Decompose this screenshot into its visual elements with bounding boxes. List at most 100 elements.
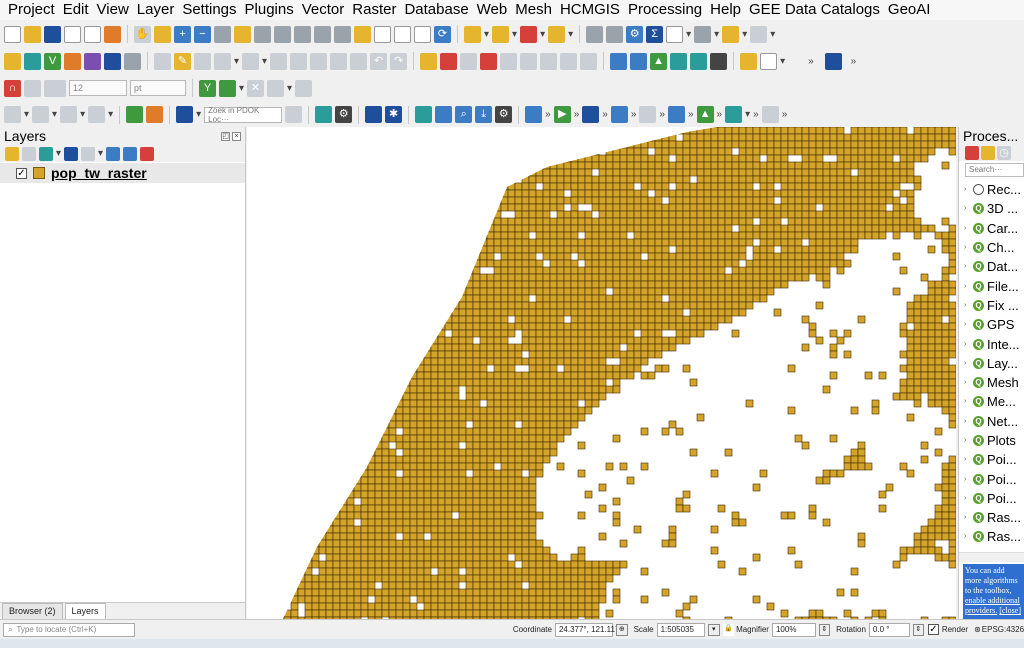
menu-vector[interactable]: Vector	[298, 0, 349, 20]
plugin-a-icon[interactable]	[610, 52, 628, 70]
overflow-chevron-icon[interactable]: »	[659, 109, 665, 120]
zoom-full-icon[interactable]	[214, 25, 231, 43]
processing-provider-item[interactable]: › Q Ras...	[959, 527, 1024, 546]
current-edits-icon[interactable]	[154, 52, 171, 70]
menu-gee-data-catalogs[interactable]: GEE Data Catalogs	[745, 0, 884, 20]
expand-arrow-icon[interactable]: ›	[964, 205, 970, 212]
pdok-logo-icon[interactable]	[176, 106, 194, 123]
chevron-down-icon[interactable]: ▾	[686, 29, 691, 40]
close-info-link[interactable]: [close]	[999, 606, 1021, 615]
add-feature-icon[interactable]	[214, 52, 231, 70]
manage-visibility-icon[interactable]	[39, 146, 53, 161]
toolbox-gear-icon[interactable]: ⚙	[626, 25, 644, 43]
chevron-down-icon[interactable]: ▾	[780, 56, 785, 67]
expand-arrow-icon[interactable]: ›	[964, 398, 970, 405]
new-print-layout-icon[interactable]	[64, 25, 81, 43]
run-icon[interactable]: ▶	[553, 106, 571, 123]
plugin-world-icon[interactable]	[435, 106, 453, 123]
delete-selected-icon[interactable]	[290, 52, 308, 70]
render-checkbox[interactable]: ✓	[928, 624, 939, 635]
open-field-calculator-icon[interactable]	[586, 25, 604, 43]
menu-settings[interactable]: Settings	[178, 0, 240, 20]
chevron-down-icon[interactable]: ▾	[540, 29, 545, 40]
snapping-magnet-icon[interactable]: ∩	[4, 79, 21, 97]
quick-map-icon[interactable]	[146, 106, 164, 123]
processing-provider-item[interactable]: › Rec...	[959, 180, 1024, 199]
plugin-globe-icon[interactable]	[670, 52, 688, 70]
chevron-down-icon[interactable]: ▾	[770, 29, 775, 40]
plugin-water-icon[interactable]	[415, 106, 433, 123]
processing-provider-item[interactable]: › Q Me...	[959, 392, 1024, 411]
rotate-label-icon[interactable]	[520, 52, 538, 70]
filter-expression-icon[interactable]	[81, 146, 96, 161]
expand-arrow-icon[interactable]: ›	[964, 186, 970, 193]
fill-ring-icon[interactable]	[88, 106, 106, 123]
processing-provider-item[interactable]: › Q 3D ...	[959, 199, 1024, 218]
plot-icon[interactable]	[760, 52, 778, 70]
chevron-down-icon[interactable]: ▾	[80, 109, 85, 120]
processing-provider-item[interactable]: › Q Car...	[959, 219, 1024, 238]
expand-arrow-icon[interactable]: ›	[964, 283, 970, 290]
unit-select[interactable]: pt	[130, 80, 186, 96]
processing-provider-item[interactable]: › Q Poi...	[959, 489, 1024, 508]
menu-layer[interactable]: Layer	[133, 0, 179, 20]
help-icon[interactable]	[824, 52, 842, 70]
menu-raster[interactable]: Raster	[348, 0, 400, 20]
plugin-car-icon[interactable]	[710, 52, 728, 70]
plugin-screen-icon[interactable]	[525, 106, 543, 123]
menu-view[interactable]: View	[93, 0, 133, 20]
processing-provider-item[interactable]: › Q GPS	[959, 315, 1024, 334]
pan-to-selection-icon[interactable]	[154, 25, 171, 43]
add-wms-icon[interactable]	[104, 52, 121, 70]
pdok-search-input[interactable]: Zoek in PDOK Loc···	[204, 106, 283, 124]
expand-arrow-icon[interactable]: ›	[964, 437, 970, 444]
collapse-all-icon[interactable]	[123, 146, 138, 161]
stream-digitizing-icon[interactable]	[44, 79, 66, 97]
temporal-controller-icon[interactable]: ◷	[414, 25, 431, 43]
select-by-expression-icon[interactable]	[548, 25, 566, 43]
modify-attributes-icon[interactable]	[270, 52, 288, 70]
chevron-down-icon[interactable]: ▾	[56, 148, 61, 159]
shape-digitize-icon[interactable]	[219, 79, 236, 97]
expand-arrow-icon[interactable]: ›	[964, 263, 970, 270]
plugin-satellite-icon[interactable]	[725, 106, 743, 123]
processing-provider-item[interactable]: › Q Plots	[959, 431, 1024, 450]
menu-hcmgis[interactable]: HCMGIS	[556, 0, 624, 20]
overflow-chevron-icon[interactable]: »	[545, 109, 551, 120]
expand-arrow-icon[interactable]: ›	[964, 341, 970, 348]
processing-provider-item[interactable]: › Q Ch...	[959, 238, 1024, 257]
filter-legend-icon[interactable]	[64, 146, 79, 161]
expand-arrow-icon[interactable]: ›	[964, 533, 970, 540]
overflow-chevron-icon[interactable]: »	[782, 109, 788, 120]
map-tips-icon[interactable]	[722, 25, 740, 43]
tab-browser[interactable]: Browser (2)	[2, 603, 63, 619]
digitize-with-segment-icon[interactable]	[24, 79, 41, 97]
scale-dropdown-icon[interactable]: ▾	[707, 623, 720, 636]
layer-item-pop-tw-raster[interactable]: ✓ pop_tw_raster	[0, 163, 245, 183]
download-icon[interactable]: ⤓	[475, 106, 493, 123]
expand-arrow-icon[interactable]: ›	[964, 302, 970, 309]
plugin-eye-icon[interactable]	[315, 106, 333, 123]
coordinate-toggle-icon[interactable]: ⊕	[615, 623, 628, 636]
expand-arrow-icon[interactable]: ›	[964, 456, 970, 463]
plugin-earth-icon[interactable]	[365, 106, 383, 123]
processing-provider-item[interactable]: › Q Inte...	[959, 334, 1024, 353]
magnifier-field[interactable]: 100%	[771, 622, 816, 637]
expand-arrow-icon[interactable]: ›	[964, 514, 970, 521]
layout-manager-icon[interactable]	[84, 25, 101, 43]
menu-plugins[interactable]: Plugins	[241, 0, 298, 20]
processing-provider-item[interactable]: › Q Net...	[959, 412, 1024, 431]
overflow-chevron-icon[interactable]: »	[688, 109, 694, 120]
plugin-settings-icon[interactable]: ⚙	[495, 106, 513, 123]
menu-web[interactable]: Web	[473, 0, 512, 20]
zoom-next-icon[interactable]	[314, 25, 331, 43]
paste-features-icon[interactable]	[350, 52, 368, 70]
processing-provider-item[interactable]: › Q Ras...	[959, 508, 1024, 527]
offset-curve-icon[interactable]	[60, 106, 78, 123]
expand-arrow-icon[interactable]: ›	[964, 379, 970, 386]
add-wfs-icon[interactable]	[124, 52, 141, 70]
trace-icon[interactable]: Y	[199, 79, 216, 97]
processing-provider-item[interactable]: › Q Lay...	[959, 354, 1024, 373]
menu-project[interactable]: Project	[4, 0, 59, 20]
zoom-to-layer-icon[interactable]	[254, 25, 271, 43]
